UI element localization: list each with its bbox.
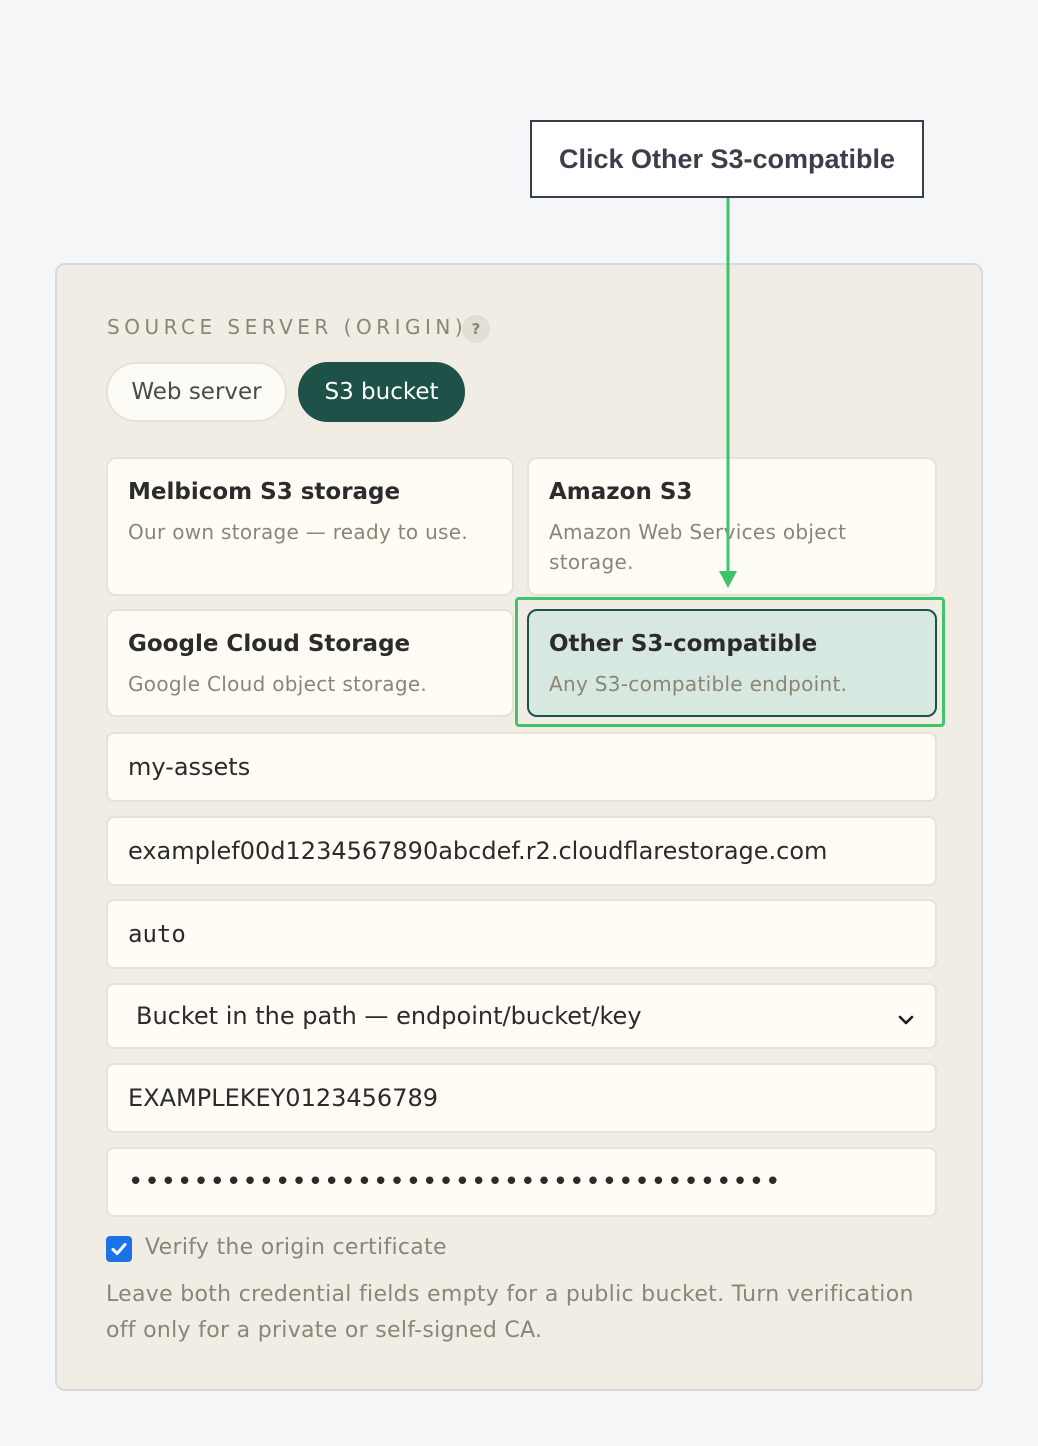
provider-description: Amazon Web Services object storage. (549, 520, 847, 574)
help-icon[interactable]: ? (462, 315, 490, 343)
bucket-name-input[interactable]: my-assets (106, 732, 937, 802)
region-input[interactable]: auto (106, 899, 937, 969)
s3-bucket-toggle[interactable]: S3 bucket (298, 362, 465, 422)
provider-title: Google Cloud Storage (128, 631, 411, 657)
addressing-style-value: Bucket in the path — endpoint/bucket/key (136, 1002, 642, 1030)
source-server-panel: SOURCE SERVER (ORIGIN) ? Web server S3 b… (55, 263, 983, 1391)
annotation-highlight (515, 597, 945, 727)
provider-card-google[interactable]: Google Cloud Storage Google Cloud object… (106, 609, 514, 717)
chevron-down-icon (897, 1007, 915, 1025)
provider-title: Amazon S3 (549, 479, 693, 505)
provider-description: Our own storage — ready to use. (128, 520, 469, 544)
access-key-input[interactable]: EXAMPLEKEY0123456789 (106, 1063, 937, 1133)
provider-description: Google Cloud object storage. (128, 672, 428, 696)
annotation-text: Click Other S3-compatible (558, 143, 896, 174)
web-server-toggle[interactable]: Web server (106, 362, 287, 422)
checkmark-icon (111, 1243, 127, 1255)
secret-key-input[interactable]: •••••••••••••••••••••••••••••••••••••••• (106, 1147, 937, 1217)
annotation-callout: Click Other S3-compatible (530, 120, 924, 198)
provider-title: Melbicom S3 storage (128, 479, 401, 505)
addressing-style-select[interactable]: Bucket in the path — endpoint/bucket/key (106, 983, 937, 1049)
verify-certificate-label: Verify the origin certificate (145, 1235, 447, 1260)
verify-certificate-checkbox[interactable] (106, 1236, 132, 1262)
section-label: SOURCE SERVER (ORIGIN) (107, 315, 468, 339)
provider-card-amazon[interactable]: Amazon S3 Amazon Web Services object sto… (527, 457, 937, 596)
endpoint-input[interactable]: examplef00d1234567890abcdef.r2.cloudflar… (106, 816, 937, 886)
provider-card-melbicom[interactable]: Melbicom S3 storage Our own storage — re… (106, 457, 514, 596)
credentials-help-text: Leave both credential fields empty for a… (106, 1282, 914, 1343)
